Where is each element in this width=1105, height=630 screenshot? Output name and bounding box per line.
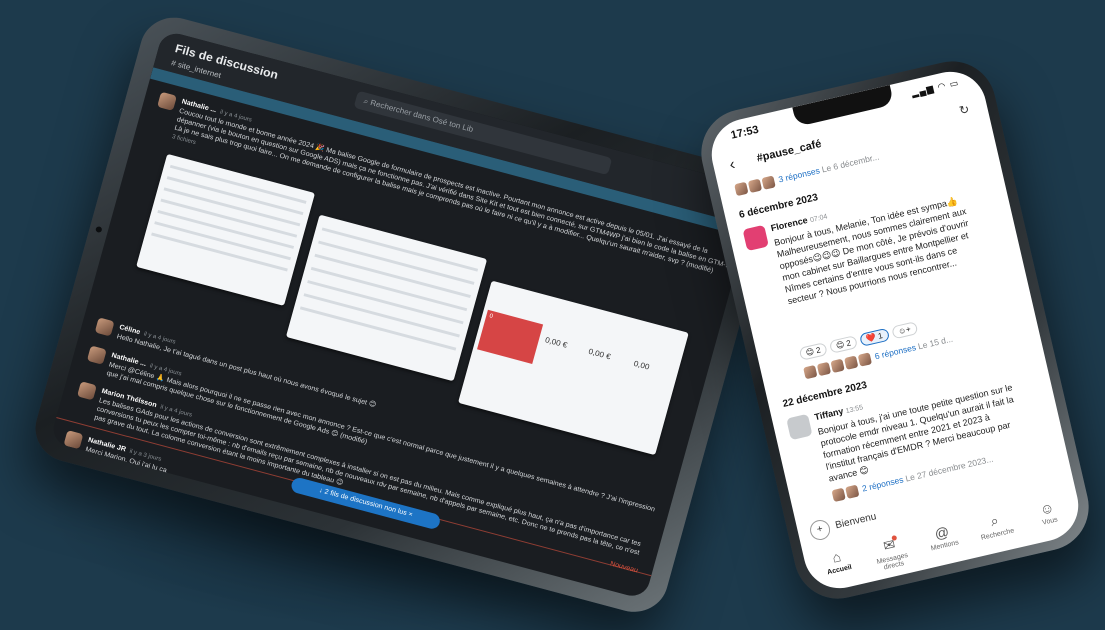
refresh-icon[interactable]: ↻ bbox=[958, 102, 971, 118]
avatar[interactable] bbox=[86, 345, 107, 365]
screenshot-attachment[interactable] bbox=[285, 214, 488, 382]
replies-link[interactable]: 6 réponses bbox=[874, 342, 917, 361]
reaction-chip[interactable]: ❤️ 1 bbox=[859, 327, 890, 347]
avatar[interactable] bbox=[157, 91, 177, 111]
replies-meta: Le 15 d... bbox=[916, 333, 954, 352]
reply-avatars bbox=[734, 175, 778, 197]
phone-screen: 17:53 ▂▄▆ ◠ ▭ ‹ #pause_café ↻ 3 réponses… bbox=[704, 64, 1086, 596]
message-time: 07:04 bbox=[809, 213, 829, 225]
reaction-chip[interactable]: 😊 2 bbox=[798, 342, 828, 361]
avatar[interactable] bbox=[742, 224, 769, 252]
replies-meta: Le 6 décembr... bbox=[820, 151, 881, 175]
composer-placeholder: Bienvenu bbox=[834, 511, 878, 532]
screenshot-attachment[interactable] bbox=[136, 153, 316, 306]
phone-device: 17:53 ▂▄▆ ◠ ▭ ‹ #pause_café ↻ 3 réponses… bbox=[692, 52, 1098, 608]
red-stat-card: 0 bbox=[477, 309, 544, 364]
stat-value: 0,00 bbox=[632, 359, 651, 372]
thread-summary[interactable]: 3 réponses Le 6 décembr... bbox=[734, 128, 980, 197]
reply-avatars bbox=[831, 484, 861, 503]
add-reaction-icon[interactable]: ☺+ bbox=[890, 321, 918, 340]
avatar[interactable] bbox=[94, 317, 115, 337]
stat-value: 0,00 € bbox=[544, 335, 569, 350]
reaction-chip[interactable]: 😊 2 bbox=[828, 335, 859, 354]
status-icons: ▂▄▆ ◠ ▭ bbox=[910, 77, 961, 99]
message-time: 13:55 bbox=[845, 404, 864, 416]
tab-direct-messages[interactable]: ✉ Messages directs bbox=[862, 531, 920, 575]
replies-link[interactable]: 3 réponses bbox=[777, 165, 820, 184]
message-text: Bonjour à tous, Melanie, Ton idée est sy… bbox=[773, 195, 970, 307]
stat-value: 0,00 € bbox=[587, 346, 612, 362]
status-time: 17:53 bbox=[729, 123, 760, 142]
avatar[interactable] bbox=[786, 413, 813, 441]
channel-title[interactable]: #pause_café bbox=[756, 138, 823, 165]
avatar[interactable] bbox=[77, 381, 97, 401]
plus-icon[interactable]: + bbox=[808, 517, 833, 542]
replies-link[interactable]: 2 réponses bbox=[861, 474, 904, 493]
back-icon[interactable]: ‹ bbox=[728, 156, 737, 175]
